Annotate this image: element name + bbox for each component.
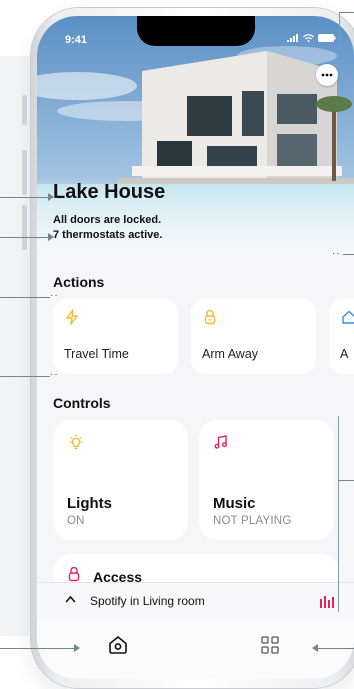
status-time: 9:41 xyxy=(65,34,88,46)
ellipsis-icon xyxy=(321,73,333,77)
chevron-up-icon[interactable] xyxy=(65,595,76,603)
music-note-icon xyxy=(214,435,227,449)
grid-tab-icon[interactable] xyxy=(261,636,279,654)
callout-line-more xyxy=(339,12,354,13)
volume-up-button xyxy=(22,150,27,195)
battery-icon xyxy=(318,34,336,42)
callout-arrow-title xyxy=(48,193,54,201)
canvas: 9:41 Lake House All doors are locked. 7 … xyxy=(0,0,354,689)
wifi-icon xyxy=(303,34,314,42)
control-card-music[interactable]: Music NOT PLAYING xyxy=(199,420,334,540)
lightning-icon xyxy=(66,309,78,325)
home-icon xyxy=(342,310,354,324)
controls-section-title: Controls xyxy=(53,395,111,411)
callout-line-grid-tab xyxy=(318,648,354,649)
actions-section-title: Actions xyxy=(53,274,105,290)
action-label: A xyxy=(340,347,349,361)
callout-arrow-grid-tab xyxy=(312,644,318,652)
home-tab-icon[interactable] xyxy=(107,634,129,656)
action-card-arm-away[interactable]: Arm Away xyxy=(191,299,316,374)
lock-icon xyxy=(68,566,80,582)
callout-arrow-status xyxy=(48,233,54,241)
callout-line-status xyxy=(0,237,48,238)
action-label: Arm Away xyxy=(202,347,259,361)
callout-vertical-more xyxy=(339,12,340,62)
status-icons xyxy=(287,34,336,42)
callout-dots-right: ·· xyxy=(332,248,341,259)
home-status: All doors are locked. 7 thermostats acti… xyxy=(53,213,162,243)
action-card-travel-time[interactable]: Travel Time xyxy=(53,299,178,374)
callout-dots-actions: ·· xyxy=(50,290,59,301)
callout-line-title xyxy=(0,197,48,198)
callout-line-right xyxy=(343,254,354,255)
device-notch xyxy=(137,16,255,46)
callout-arrow-home-tab xyxy=(74,644,80,652)
lightbulb-icon xyxy=(69,434,83,450)
action-card-partial[interactable]: A xyxy=(329,299,354,374)
control-state: NOT PLAYING xyxy=(213,515,292,527)
control-card-lights[interactable]: Lights ON xyxy=(53,420,188,540)
volume-down-button xyxy=(22,205,27,250)
signal-icon xyxy=(287,34,298,42)
mute-switch xyxy=(22,95,27,125)
now-playing-bar[interactable]: Spotify in Living room xyxy=(37,582,354,621)
callout-line-controls xyxy=(338,480,354,481)
control-state: ON xyxy=(67,515,85,527)
more-options-button[interactable] xyxy=(316,64,338,86)
app-screen: 9:41 Lake House All doors are locked. 7 … xyxy=(37,16,354,679)
control-name: Music xyxy=(213,495,256,512)
lock-icon xyxy=(204,309,216,325)
callout-vertical-controls xyxy=(338,416,339,612)
control-name: Lights xyxy=(67,495,112,512)
now-playing-label: Spotify in Living room xyxy=(90,594,205,608)
callout-dots-cards: ·· xyxy=(50,369,59,380)
callout-line-actions xyxy=(0,297,50,298)
home-title: Lake House xyxy=(53,181,166,203)
action-label: Travel Time xyxy=(64,347,129,361)
home-status-line-2: 7 thermostats active. xyxy=(53,229,163,241)
tab-bar xyxy=(37,620,354,679)
callout-line-home-tab xyxy=(0,648,74,649)
home-status-line-1: All doors are locked. xyxy=(53,214,162,226)
audio-bars-icon xyxy=(320,596,334,608)
callout-line-cards xyxy=(0,376,50,377)
